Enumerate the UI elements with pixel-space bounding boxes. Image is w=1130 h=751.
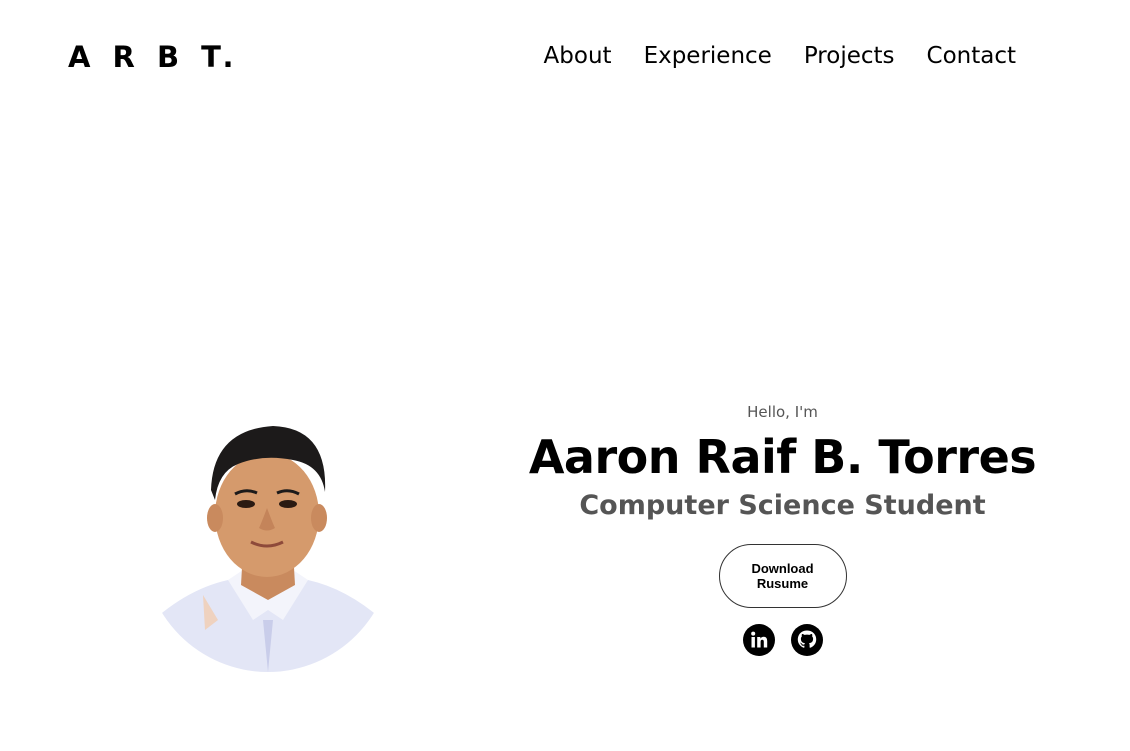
page: A R B T. About Experience Projects Conta… [0,0,1130,751]
social-links [520,624,1045,656]
nav-link-experience[interactable]: Experience [644,40,772,72]
hero-role: Computer Science Student [579,490,986,521]
nav-link-projects[interactable]: Projects [804,40,895,72]
profile-photo [143,420,393,672]
main-nav: About Experience Projects Contact [544,40,1016,72]
resume-button-wrap: Download Rusume [520,544,1045,608]
hero-greeting: Hello, I'm [747,403,818,421]
site-logo[interactable]: A R B T. [68,38,240,76]
download-resume-button[interactable]: Download Rusume [718,544,847,608]
nav-link-contact[interactable]: Contact [927,40,1016,72]
hero-section: Hello, I'm Aaron Raif B. Torres Computer… [520,400,1045,656]
hero-name: Aaron Raif B. Torres [528,430,1037,484]
linkedin-icon[interactable] [742,624,775,656]
github-icon[interactable] [790,624,823,656]
nav-link-about[interactable]: About [544,40,612,72]
